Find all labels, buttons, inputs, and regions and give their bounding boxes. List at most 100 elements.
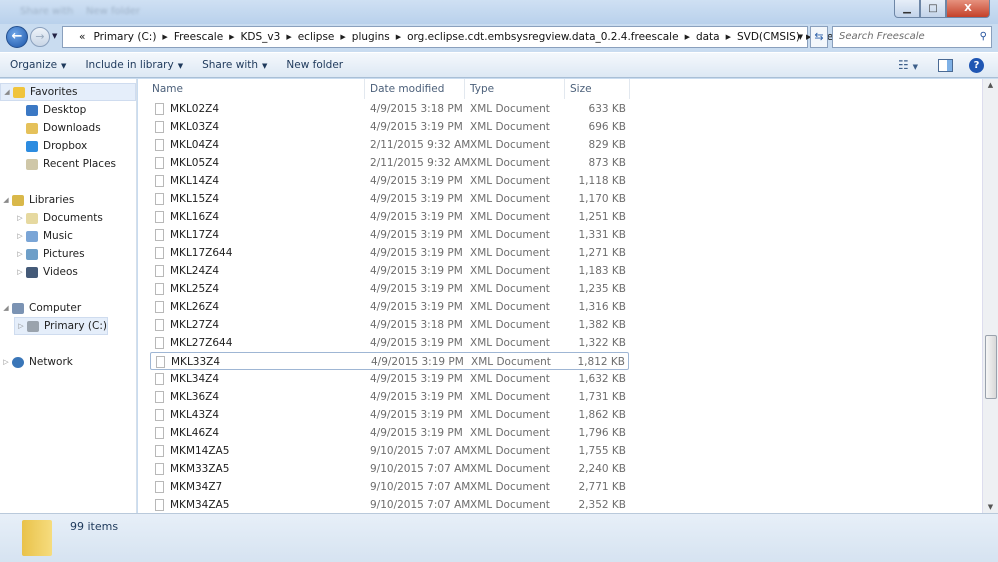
column-header-date[interactable]: Date modified bbox=[365, 79, 465, 99]
scroll-down-arrow[interactable]: ▼ bbox=[983, 503, 998, 511]
scrollbar-thumb[interactable] bbox=[985, 335, 997, 399]
file-size: 1,183 KB bbox=[578, 265, 627, 277]
file-row[interactable]: MKM33ZA5 9/10/2015 7:07 AM XML Document … bbox=[150, 460, 629, 478]
breadcrumb-separator[interactable]: ▶ bbox=[396, 33, 401, 41]
file-row[interactable]: MKL05Z4 2/11/2015 9:32 AM XML Document 8… bbox=[150, 154, 629, 172]
file-row[interactable]: MKL04Z4 2/11/2015 9:32 AM XML Document 8… bbox=[150, 136, 629, 154]
file-size: 1,251 KB bbox=[578, 211, 627, 223]
file-type: XML Document bbox=[470, 337, 550, 349]
column-header-size[interactable]: Size bbox=[565, 79, 630, 99]
sidebar-item-favorites[interactable]: ◢ Favorites bbox=[0, 83, 136, 101]
address-bar[interactable]: « Primary (C:) ▶ Freescale ▶ KDS_v3 ▶ eclipse ▶… bbox=[62, 26, 867, 48]
music-icon bbox=[26, 230, 38, 242]
xml-file-icon bbox=[155, 193, 164, 205]
file-type: XML Document bbox=[470, 265, 550, 277]
maximize-button[interactable]: □ bbox=[920, 0, 946, 18]
file-row[interactable]: MKL33Z4 4/9/2015 3:19 PM XML Document 1,… bbox=[150, 352, 629, 370]
breadcrumb-separator[interactable]: ▶ bbox=[162, 33, 167, 41]
file-list: Name Date modified Type Size MKL02Z4 4/9… bbox=[138, 79, 982, 513]
sidebar-item-downloads[interactable]: Downloads bbox=[26, 119, 101, 137]
vertical-scrollbar[interactable]: ▲ ▼ bbox=[982, 79, 998, 513]
file-row[interactable]: MKL43Z4 4/9/2015 3:19 PM XML Document 1,… bbox=[150, 406, 629, 424]
sidebar-label: Downloads bbox=[43, 122, 101, 134]
title-bar: Share with New folder ▁ □ X bbox=[0, 0, 998, 24]
breadcrumb-item[interactable]: Primary (C:) bbox=[93, 31, 156, 43]
search-icon[interactable]: ⚲ bbox=[980, 27, 987, 47]
back-button[interactable]: ← bbox=[6, 26, 28, 48]
breadcrumb-item[interactable]: org.eclipse.cdt.embsysregview.data_0.2.4… bbox=[407, 31, 678, 43]
file-row[interactable]: MKL25Z4 4/9/2015 3:19 PM XML Document 1,… bbox=[150, 280, 629, 298]
file-size: 1,755 KB bbox=[578, 445, 627, 457]
breadcrumb-separator[interactable]: ▶ bbox=[685, 33, 690, 41]
minimize-button[interactable]: ▁ bbox=[894, 0, 920, 18]
search-input[interactable]: Search Freescale ⚲ bbox=[832, 26, 992, 48]
file-row[interactable]: MKL24Z4 4/9/2015 3:19 PM XML Document 1,… bbox=[150, 262, 629, 280]
sidebar-item-desktop[interactable]: Desktop bbox=[26, 101, 86, 119]
address-dropdown[interactable]: ▼ bbox=[798, 33, 803, 41]
scroll-up-arrow[interactable]: ▲ bbox=[983, 81, 998, 89]
file-date: 4/9/2015 3:19 PM bbox=[370, 301, 463, 313]
share-with-button[interactable]: Share with ▼ bbox=[193, 59, 276, 71]
file-name: MKM14ZA5 bbox=[170, 445, 230, 457]
sidebar-item-recent-places[interactable]: Recent Places bbox=[26, 155, 116, 173]
sidebar-item-network[interactable]: ▷ Network bbox=[0, 353, 73, 371]
sidebar-item-primary-drive[interactable]: ▷ Primary (C:) bbox=[14, 317, 108, 335]
file-row[interactable]: MKM34Z7 9/10/2015 7:07 AM XML Document 2… bbox=[150, 478, 629, 496]
help-button[interactable]: ? bbox=[969, 57, 984, 73]
sidebar-item-music[interactable]: ▷ Music bbox=[14, 227, 73, 245]
file-type: XML Document bbox=[470, 301, 550, 313]
breadcrumb-separator[interactable]: ▶ bbox=[286, 33, 291, 41]
file-row[interactable]: MKL27Z644 4/9/2015 3:19 PM XML Document … bbox=[150, 334, 629, 352]
sidebar-item-pictures[interactable]: ▷ Pictures bbox=[14, 245, 84, 263]
file-row[interactable]: MKL17Z644 4/9/2015 3:19 PM XML Document … bbox=[150, 244, 629, 262]
file-row[interactable]: MKL16Z4 4/9/2015 3:19 PM XML Document 1,… bbox=[150, 208, 629, 226]
file-row[interactable]: MKM14ZA5 9/10/2015 7:07 AM XML Document … bbox=[150, 442, 629, 460]
preview-pane-icon[interactable] bbox=[938, 58, 953, 72]
xml-file-icon bbox=[155, 481, 164, 493]
close-button[interactable]: X bbox=[946, 0, 990, 18]
file-row[interactable]: MKL14Z4 4/9/2015 3:19 PM XML Document 1,… bbox=[150, 172, 629, 190]
new-folder-button[interactable]: New folder bbox=[277, 59, 352, 71]
sidebar-item-dropbox[interactable]: Dropbox bbox=[26, 137, 87, 155]
file-row[interactable]: MKL34Z4 4/9/2015 3:19 PM XML Document 1,… bbox=[150, 370, 629, 388]
forward-button[interactable]: → bbox=[30, 27, 50, 47]
file-row[interactable]: MKL02Z4 4/9/2015 3:18 PM XML Document 63… bbox=[150, 100, 629, 118]
breadcrumb-item[interactable]: Freescale bbox=[174, 31, 223, 43]
refresh-button[interactable]: ⇆ bbox=[810, 26, 828, 48]
breadcrumb-item[interactable]: plugins bbox=[352, 31, 390, 43]
file-row[interactable]: MKM34ZA5 9/10/2015 7:07 AM XML Document … bbox=[150, 496, 629, 514]
recent-pages-dropdown[interactable]: ▼ bbox=[52, 32, 57, 40]
sidebar-item-computer[interactable]: ◢ Computer bbox=[0, 299, 81, 317]
sidebar-label: Videos bbox=[43, 266, 78, 278]
file-row[interactable]: MKL27Z4 4/9/2015 3:18 PM XML Document 1,… bbox=[150, 316, 629, 334]
breadcrumb-separator[interactable]: ▶ bbox=[726, 33, 731, 41]
file-date: 4/9/2015 3:19 PM bbox=[370, 373, 463, 385]
file-row[interactable]: MKL46Z4 4/9/2015 3:19 PM XML Document 1,… bbox=[150, 424, 629, 442]
change-view-button[interactable]: ☷ ▼ bbox=[898, 58, 918, 72]
organize-button[interactable]: Organize ▼ bbox=[1, 59, 75, 71]
breadcrumb-item[interactable]: eclipse bbox=[298, 31, 335, 43]
include-in-library-button[interactable]: Include in library ▼ bbox=[76, 59, 192, 71]
breadcrumb-item[interactable]: data bbox=[696, 31, 720, 43]
file-date: 4/9/2015 3:18 PM bbox=[370, 319, 463, 331]
file-row[interactable]: MKL17Z4 4/9/2015 3:19 PM XML Document 1,… bbox=[150, 226, 629, 244]
sidebar-item-libraries[interactable]: ◢ Libraries bbox=[0, 191, 74, 209]
refresh-icon: ⇆ bbox=[814, 30, 824, 43]
file-date: 4/9/2015 3:19 PM bbox=[370, 409, 463, 421]
column-header-type[interactable]: Type bbox=[465, 79, 565, 99]
sidebar-item-documents[interactable]: ▷ Documents bbox=[14, 209, 103, 227]
file-row[interactable]: MKL15Z4 4/9/2015 3:19 PM XML Document 1,… bbox=[150, 190, 629, 208]
breadcrumb-separator[interactable]: ▶ bbox=[229, 33, 234, 41]
file-size: 1,235 KB bbox=[578, 283, 627, 295]
sidebar-item-videos[interactable]: ▷ Videos bbox=[14, 263, 78, 281]
column-header-name[interactable]: Name bbox=[147, 79, 365, 99]
xml-file-icon bbox=[155, 391, 164, 403]
file-row[interactable]: MKL03Z4 4/9/2015 3:19 PM XML Document 69… bbox=[150, 118, 629, 136]
breadcrumb-item[interactable]: KDS_v3 bbox=[241, 31, 281, 43]
breadcrumb-overflow[interactable]: « bbox=[79, 31, 85, 43]
file-size: 1,812 KB bbox=[577, 356, 626, 368]
breadcrumb-item[interactable]: SVD(CMSIS) bbox=[737, 31, 800, 43]
file-row[interactable]: MKL26Z4 4/9/2015 3:19 PM XML Document 1,… bbox=[150, 298, 629, 316]
file-row[interactable]: MKL36Z4 4/9/2015 3:19 PM XML Document 1,… bbox=[150, 388, 629, 406]
breadcrumb-separator[interactable]: ▶ bbox=[340, 33, 345, 41]
